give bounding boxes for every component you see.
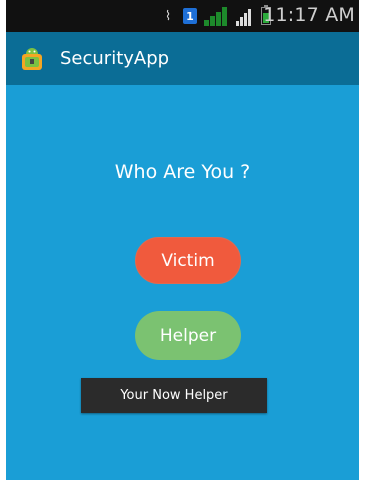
- sim-label: 1: [186, 9, 194, 23]
- signal-icon: [203, 6, 229, 26]
- notification-icon: ⌇: [164, 8, 172, 24]
- page-title: Who Are You ?: [114, 161, 251, 183]
- app-bar: SecurityApp: [6, 32, 359, 85]
- victim-button[interactable]: Victim: [135, 237, 241, 284]
- app-title: SecurityApp: [60, 48, 170, 69]
- helper-button[interactable]: Helper: [135, 311, 241, 360]
- status-bar: ⌇ 1 11:17 AM: [6, 0, 359, 32]
- status-time: 11:17 AM: [263, 4, 355, 26]
- signal-icon: [235, 6, 255, 26]
- status-icons: ⌇ 1: [159, 5, 271, 26]
- android-app-icon: [22, 48, 42, 70]
- sim-icon: 1: [183, 8, 197, 24]
- app-screen: ⌇ 1 11:17 AM SecurityApp Who Are You ? V…: [6, 0, 359, 480]
- toast-message: Your Now Helper: [81, 378, 267, 413]
